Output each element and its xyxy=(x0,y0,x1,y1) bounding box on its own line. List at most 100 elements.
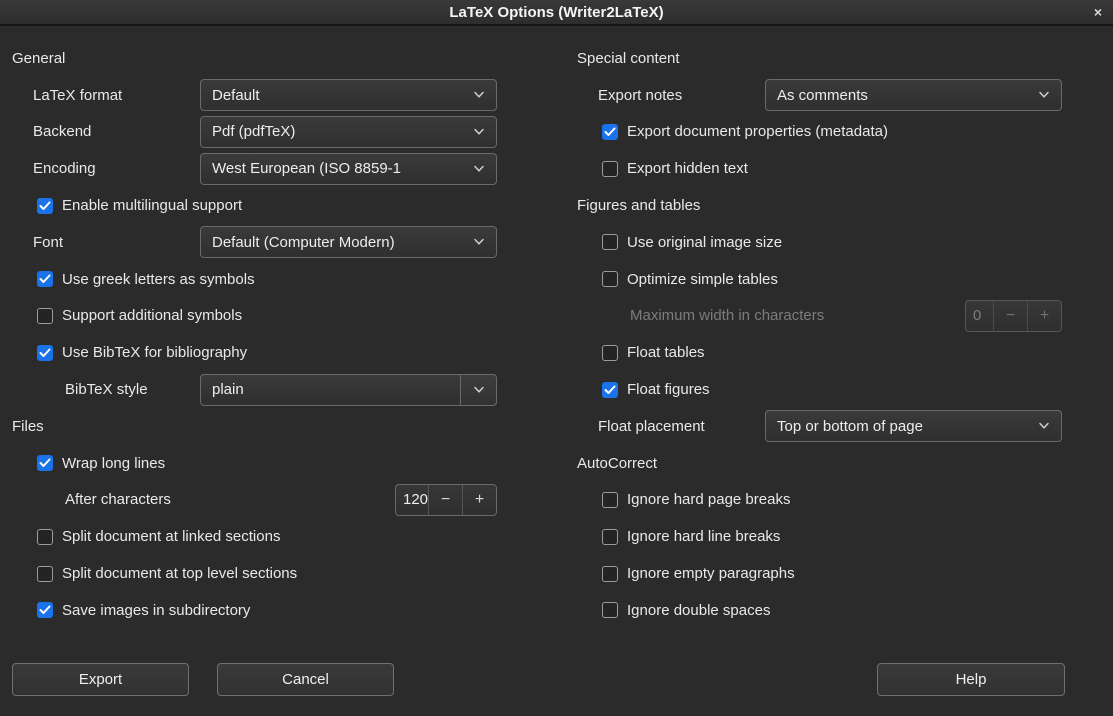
checkbox[interactable] xyxy=(602,234,618,250)
minus-button: − xyxy=(993,301,1027,331)
checkbox[interactable] xyxy=(602,124,618,140)
checkbox-row-export-hidden-text[interactable]: Export hidden text xyxy=(565,150,1113,187)
checkbox-label: Support additional symbols xyxy=(62,307,242,324)
encoding-label: Encoding xyxy=(33,160,96,177)
latex-format-label: LaTeX format xyxy=(33,87,122,104)
plus-button: + xyxy=(1027,301,1061,331)
latex-format-dropdown[interactable]: Default xyxy=(200,79,497,111)
checkbox-row-float-figures[interactable]: Float figures xyxy=(565,371,1113,408)
checkbox[interactable] xyxy=(602,492,618,508)
after-characters-spinner[interactable]: 120 − + xyxy=(395,484,497,516)
export-notes-dropdown[interactable]: As comments xyxy=(765,79,1062,111)
checkbox-row-ignore-page-breaks[interactable]: Ignore hard page breaks xyxy=(565,482,1113,519)
chevron-down-icon xyxy=(462,227,496,257)
export-notes-label: Export notes xyxy=(598,87,682,104)
checkbox-row-original-image-size[interactable]: Use original image size xyxy=(565,224,1113,261)
checkbox-row-greek-letters[interactable]: Use greek letters as symbols xyxy=(0,261,548,298)
checkbox[interactable] xyxy=(37,345,53,361)
dropdown-value: Default (Computer Modern) xyxy=(212,234,462,251)
checkbox[interactable] xyxy=(602,566,618,582)
checkbox-label: Export document properties (metadata) xyxy=(627,123,888,140)
spinner-value[interactable]: 120 xyxy=(396,485,428,515)
checkbox-row-float-tables[interactable]: Float tables xyxy=(565,334,1113,371)
checkbox-label: Use greek letters as symbols xyxy=(62,271,255,288)
combobox-value[interactable]: plain xyxy=(212,381,460,398)
font-dropdown[interactable]: Default (Computer Modern) xyxy=(200,226,497,258)
cancel-button[interactable]: Cancel xyxy=(217,663,394,696)
backend-dropdown[interactable]: Pdf (pdfTeX) xyxy=(200,116,497,148)
encoding-dropdown[interactable]: West European (ISO 8859-1 xyxy=(200,153,497,185)
checkbox[interactable] xyxy=(37,455,53,471)
spinner-value: 0 xyxy=(966,301,993,331)
export-button[interactable]: Export xyxy=(12,663,189,696)
checkbox[interactable] xyxy=(37,529,53,545)
backend-row: Backend Pdf (pdfTeX) xyxy=(0,114,548,151)
dialog-body: General LaTeX format Default Backend Pdf… xyxy=(0,28,1113,716)
checkbox[interactable] xyxy=(602,161,618,177)
section-special-content: Special content xyxy=(565,40,1113,77)
plus-button[interactable]: + xyxy=(462,485,496,515)
checkbox-label: Split document at linked sections xyxy=(62,528,280,545)
chevron-down-icon xyxy=(462,80,496,110)
checkbox-row-wrap-long-lines[interactable]: Wrap long lines xyxy=(0,445,548,482)
checkbox-label: Ignore hard page breaks xyxy=(627,491,790,508)
close-icon[interactable]: × xyxy=(1094,5,1102,19)
checkbox-row-split-top-level-sections[interactable]: Split document at top level sections xyxy=(0,555,548,592)
checkbox-label: Float tables xyxy=(627,344,705,361)
dropdown-value: West European (ISO 8859-1 xyxy=(212,160,462,177)
checkbox[interactable] xyxy=(602,345,618,361)
title-bar: LaTeX Options (Writer2LaTeX) × xyxy=(0,0,1113,26)
float-placement-row: Float placement Top or bottom of page xyxy=(565,408,1113,445)
section-general: General xyxy=(0,40,548,77)
checkbox-row-optimize-simple-tables[interactable]: Optimize simple tables xyxy=(565,261,1113,298)
checkbox-row-export-doc-properties[interactable]: Export document properties (metadata) xyxy=(565,114,1113,151)
encoding-row: Encoding West European (ISO 8859-1 xyxy=(0,150,548,187)
checkbox-label: Save images in subdirectory xyxy=(62,602,250,619)
section-header: Special content xyxy=(577,50,680,67)
checkbox-row-ignore-double-spaces[interactable]: Ignore double spaces xyxy=(565,592,1113,629)
checkbox-row-bibtex-bibliography[interactable]: Use BibTeX for bibliography xyxy=(0,334,548,371)
chevron-down-icon[interactable] xyxy=(460,375,496,405)
minus-button[interactable]: − xyxy=(428,485,462,515)
checkbox-row-save-images-subdirectory[interactable]: Save images in subdirectory xyxy=(0,592,548,629)
checkbox[interactable] xyxy=(602,271,618,287)
checkbox[interactable] xyxy=(37,271,53,287)
chevron-down-icon xyxy=(462,154,496,184)
float-placement-dropdown[interactable]: Top or bottom of page xyxy=(765,410,1062,442)
checkbox-label: Export hidden text xyxy=(627,160,748,177)
checkbox-row-split-linked-sections[interactable]: Split document at linked sections xyxy=(0,518,548,555)
section-files: Files xyxy=(0,408,548,445)
export-notes-row: Export notes As comments xyxy=(565,77,1113,114)
checkbox-label: Ignore hard line breaks xyxy=(627,528,780,545)
section-header: Figures and tables xyxy=(577,197,700,214)
checkbox-row-ignore-line-breaks[interactable]: Ignore hard line breaks xyxy=(565,518,1113,555)
checkbox-label: Ignore double spaces xyxy=(627,602,770,619)
bibtex-style-combobox[interactable]: plain xyxy=(200,374,497,406)
checkbox[interactable] xyxy=(37,308,53,324)
font-row: Font Default (Computer Modern) xyxy=(0,224,548,261)
checkbox[interactable] xyxy=(37,198,53,214)
checkbox-label: Optimize simple tables xyxy=(627,271,778,288)
checkbox-row-additional-symbols[interactable]: Support additional symbols xyxy=(0,298,548,335)
section-header: AutoCorrect xyxy=(577,455,657,472)
chevron-down-icon xyxy=(1027,80,1061,110)
help-button[interactable]: Help xyxy=(877,663,1065,696)
checkbox-label: Enable multilingual support xyxy=(62,197,242,214)
checkbox-row-ignore-empty-paragraphs[interactable]: Ignore empty paragraphs xyxy=(565,555,1113,592)
bibtex-style-row: BibTeX style plain xyxy=(0,371,548,408)
checkbox[interactable] xyxy=(602,529,618,545)
bibtex-style-label: BibTeX style xyxy=(65,381,148,398)
latex-format-row: LaTeX format Default xyxy=(0,77,548,114)
checkbox-label: Wrap long lines xyxy=(62,455,165,472)
left-column: General LaTeX format Default Backend Pdf… xyxy=(0,40,548,629)
checkbox[interactable] xyxy=(602,602,618,618)
checkbox-label: Float figures xyxy=(627,381,710,398)
section-header: Files xyxy=(12,418,44,435)
checkbox[interactable] xyxy=(602,382,618,398)
checkbox[interactable] xyxy=(37,566,53,582)
checkbox-label: Split document at top level sections xyxy=(62,565,297,582)
dropdown-value: As comments xyxy=(777,87,1027,104)
after-characters-row: After characters 120 − + xyxy=(0,482,548,519)
checkbox[interactable] xyxy=(37,602,53,618)
checkbox-row-enable-multilingual[interactable]: Enable multilingual support xyxy=(0,187,548,224)
